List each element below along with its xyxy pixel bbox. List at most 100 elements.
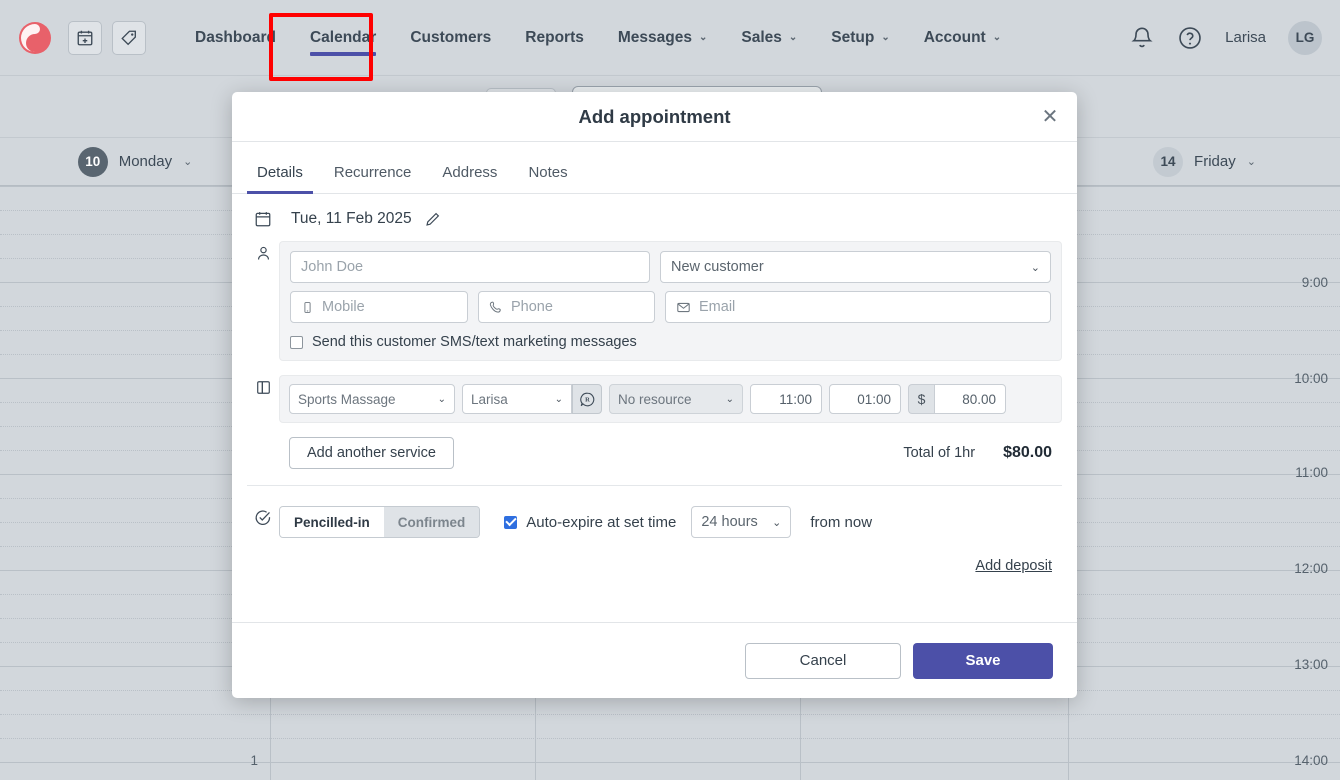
modal-body: Tue, 11 Feb 2025 John Doe New customer ⌄…: [232, 194, 1077, 622]
tab-address[interactable]: Address: [432, 164, 507, 193]
status-option-confirmed[interactable]: Confirmed: [383, 507, 480, 537]
duration-input[interactable]: 01:00: [829, 384, 901, 414]
day-header-monday[interactable]: 10 Monday ⌄: [0, 138, 270, 186]
day-header-friday[interactable]: 14 Friday ⌄: [1069, 138, 1340, 186]
close-icon[interactable]: ✕: [1037, 104, 1063, 130]
save-label: Save: [965, 652, 1001, 669]
time-label-partial: 1: [250, 753, 258, 768]
time-label-partial: 1: [0, 465, 258, 480]
phone-icon: [489, 300, 503, 314]
status-segmented-control[interactable]: Pencilled-in Confirmed: [279, 506, 481, 538]
customer-fields-block: John Doe New customer ⌄ Mobile Phone Ema…: [279, 241, 1062, 361]
tab-details[interactable]: Details: [247, 164, 313, 194]
phone-placeholder: Phone: [511, 299, 553, 315]
deposit-row: Add deposit: [279, 538, 1062, 574]
tab-label: Address: [442, 164, 498, 181]
resource-select[interactable]: No resource ⌄: [609, 384, 743, 414]
nav-item-customers[interactable]: Customers: [393, 0, 508, 76]
service-footer-row: Add another service Total of 1hr $80.00: [247, 423, 1062, 485]
mobile-icon: [301, 301, 314, 314]
nav-label: Calendar: [309, 28, 377, 46]
avatar-initials: LG: [1295, 30, 1315, 45]
time-label: 13:00: [1294, 657, 1328, 672]
chevron-down-icon: ⌄: [725, 393, 734, 405]
chevron-down-icon: ⌄: [1246, 156, 1256, 168]
modal-tabs: Details Recurrence Address Notes: [232, 142, 1077, 194]
tag-icon[interactable]: [112, 20, 146, 55]
customer-section: John Doe New customer ⌄ Mobile Phone Ema…: [247, 241, 1062, 361]
time-label-partial: 1: [0, 561, 258, 576]
envelope-icon: [676, 300, 691, 315]
person-icon: [247, 241, 279, 262]
app-root: Dashboard Calendar Customers Reports Mes…: [0, 0, 1340, 780]
time-label: 10:00: [1294, 371, 1328, 386]
auto-expire-group: Auto-expire at set time 24 hours ⌄ from …: [504, 506, 872, 538]
customer-contact-row: Mobile Phone Email: [290, 291, 1051, 323]
appointment-date-row: Tue, 11 Feb 2025: [247, 194, 1062, 241]
service-select[interactable]: Sports Massage ⌄: [289, 384, 455, 414]
primary-nav-links: Dashboard Calendar Customers Reports Mes…: [178, 0, 1018, 76]
auto-expire-checkbox[interactable]: [504, 515, 518, 529]
tab-recurrence[interactable]: Recurrence: [324, 164, 422, 193]
currency-symbol: $: [908, 384, 934, 414]
nav-item-account[interactable]: Account ⌄: [907, 0, 1018, 76]
tab-label: Details: [257, 164, 303, 181]
segment-label: Confirmed: [397, 514, 466, 530]
mobile-input[interactable]: Mobile: [290, 291, 468, 323]
time-label: 12:00: [1294, 561, 1328, 576]
customer-name-placeholder: John Doe: [301, 259, 364, 275]
save-button[interactable]: Save: [913, 642, 1053, 679]
check-circle-icon: [247, 486, 279, 527]
auto-expire-duration-select[interactable]: 24 hours ⌄: [691, 506, 792, 538]
chevron-down-icon: ⌄: [698, 32, 708, 43]
question-circle-icon[interactable]: [1177, 25, 1203, 51]
day-number: 10: [85, 154, 101, 169]
logo-circle-icon[interactable]: [18, 21, 52, 55]
start-time-input[interactable]: 11:00: [750, 384, 822, 414]
start-time-value: 11:00: [779, 391, 812, 407]
add-deposit-link[interactable]: Add deposit: [975, 558, 1052, 574]
nav-item-setup[interactable]: Setup ⌄: [814, 0, 906, 76]
request-staff-icon[interactable]: R: [572, 384, 602, 414]
tab-label: Notes: [528, 164, 568, 181]
segment-label: Pencilled-in: [294, 514, 370, 530]
add-appointment-icon[interactable]: [68, 20, 102, 55]
cancel-label: Cancel: [799, 652, 847, 669]
nav-item-dashboard[interactable]: Dashboard: [178, 0, 293, 76]
status-option-pencilled-in[interactable]: Pencilled-in: [280, 507, 384, 537]
status-controls: Pencilled-in Confirmed Auto-expire at se…: [279, 486, 1062, 574]
customer-type-select[interactable]: New customer ⌄: [660, 251, 1051, 283]
nav-item-reports[interactable]: Reports: [508, 0, 601, 76]
phone-input[interactable]: Phone: [478, 291, 655, 323]
chevron-down-icon: ⌄: [437, 393, 446, 405]
price-input[interactable]: 80.00: [934, 384, 1006, 414]
nav-label: Customers: [410, 28, 492, 46]
time-label: 14:00: [1294, 753, 1328, 768]
top-navigation-bar: Dashboard Calendar Customers Reports Mes…: [0, 0, 1340, 76]
nav-item-sales[interactable]: Sales ⌄: [724, 0, 814, 76]
email-input[interactable]: Email: [665, 291, 1051, 323]
staff-value: Larisa: [471, 391, 508, 407]
mobile-placeholder: Mobile: [322, 299, 365, 315]
time-label-partial: 1: [0, 371, 258, 386]
nav-item-messages[interactable]: Messages ⌄: [601, 0, 725, 76]
calendar-icon: [247, 210, 279, 228]
staff-select[interactable]: Larisa ⌄: [462, 384, 572, 414]
nav-label: Reports: [525, 28, 584, 46]
cancel-button[interactable]: Cancel: [745, 642, 901, 679]
nav-label: Dashboard: [195, 28, 276, 46]
bell-icon[interactable]: [1129, 25, 1155, 51]
pencil-icon[interactable]: [424, 211, 441, 228]
sms-marketing-row[interactable]: Send this customer SMS/text marketing me…: [290, 331, 1051, 352]
customer-name-input[interactable]: John Doe: [290, 251, 650, 283]
add-another-service-button[interactable]: Add another service: [289, 437, 454, 469]
add-appointment-modal: Add appointment ✕ Details Recurrence Add…: [232, 92, 1077, 698]
quarter-line: [0, 738, 1340, 739]
sms-marketing-checkbox[interactable]: [290, 335, 303, 349]
tab-notes[interactable]: Notes: [518, 164, 577, 193]
nav-item-calendar[interactable]: Calendar: [293, 0, 393, 76]
service-book-icon: [247, 375, 279, 396]
totals-group: Total of 1hr $80.00: [903, 444, 1062, 462]
status-section: Pencilled-in Confirmed Auto-expire at se…: [247, 486, 1062, 574]
avatar[interactable]: LG: [1288, 20, 1322, 55]
